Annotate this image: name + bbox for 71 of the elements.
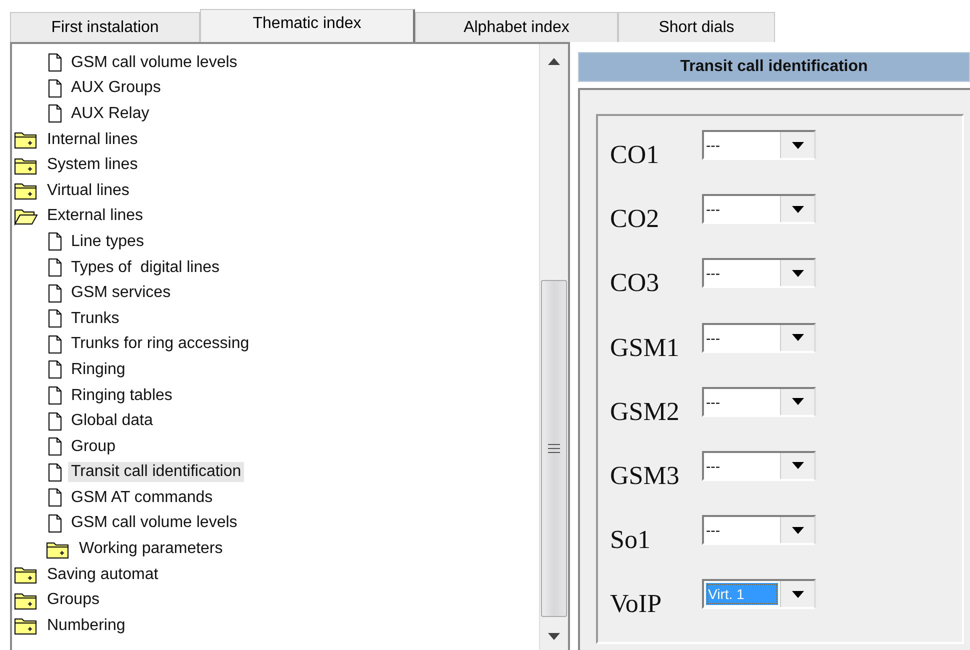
field-label: GSM2 [610, 396, 680, 427]
dropdown[interactable]: --- [702, 450, 816, 481]
tree-item[interactable]: Types of digital lines [68, 258, 223, 278]
document-icon [48, 386, 62, 406]
tree-item[interactable]: GSM call volume levels [68, 52, 240, 73]
tree-item[interactable]: Numbering [44, 616, 128, 636]
tree-item[interactable]: Virtual lines [44, 180, 132, 201]
document-icon [48, 53, 62, 72]
document-icon [48, 104, 62, 124]
dropdown[interactable]: --- [702, 515, 816, 546]
document-icon [48, 514, 62, 533]
field-label: CO3 [610, 267, 660, 298]
dropdown-arrow-icon [792, 142, 804, 148]
tree-item[interactable]: Ringing tables [68, 386, 176, 406]
tree-item[interactable]: External lines [44, 206, 146, 226]
tree-item[interactable]: Working parameters [76, 539, 226, 560]
scroll-thumb[interactable] [541, 280, 567, 617]
tree-item[interactable]: AUX Relay [68, 104, 152, 124]
field-label: So1 [610, 524, 652, 556]
scrollbar[interactable] [539, 44, 568, 650]
document-icon [48, 488, 62, 508]
panel-title: Transit call identification [578, 52, 970, 82]
document-icon [48, 232, 62, 252]
tree-item[interactable]: AUX Groups [68, 78, 164, 98]
document-icon [48, 412, 62, 431]
scroll-down-icon[interactable] [548, 633, 560, 640]
dropdown[interactable]: --- [702, 130, 816, 160]
dropdown-arrow-icon [792, 462, 804, 470]
field-label: GSM3 [610, 460, 680, 491]
dropdown-arrow-icon [792, 334, 804, 342]
grip-icon [548, 444, 560, 453]
dropdown[interactable]: --- [702, 322, 816, 353]
tree-item[interactable]: Trunks for ring accessing [68, 334, 252, 354]
dropdown[interactable]: --- [702, 386, 816, 417]
tab[interactable]: Alphabet index [415, 12, 618, 42]
dropdown-arrow-icon [792, 206, 804, 213]
tree-item[interactable]: GSM call volume levels [68, 513, 240, 534]
tree-item[interactable]: Groups [44, 590, 102, 610]
document-icon [48, 258, 62, 278]
document-icon [48, 360, 62, 380]
tree-item[interactable]: GSM services [68, 283, 174, 304]
dropdown-arrow-icon [792, 398, 804, 406]
tree-item[interactable]: Line types [68, 232, 147, 252]
field-label: CO2 [610, 203, 660, 234]
scroll-up-icon[interactable] [548, 58, 560, 65]
tree-item[interactable]: Internal lines [44, 130, 141, 150]
dropdown[interactable]: --- [702, 194, 816, 224]
tab[interactable]: Short dials [618, 12, 775, 42]
document-icon [48, 334, 62, 354]
document-icon [48, 462, 62, 482]
document-icon [48, 437, 62, 456]
tree-item[interactable]: Group [68, 436, 118, 457]
dropdown-arrow-icon [792, 526, 804, 534]
tab[interactable]: First instalation [10, 12, 200, 42]
tree-item[interactable]: Transit call identification [68, 462, 244, 482]
tree-item[interactable]: Global data [68, 411, 156, 432]
tree-item[interactable]: GSM AT commands [68, 488, 216, 508]
dropdown-arrow-icon [792, 270, 804, 277]
document-icon [48, 78, 62, 98]
tree-item[interactable]: Trunks [68, 308, 122, 329]
dropdown[interactable]: --- [702, 258, 816, 288]
field-label: CO1 [610, 139, 660, 170]
tree-item[interactable]: Saving automat [44, 564, 162, 585]
document-icon [48, 309, 62, 328]
tree-item[interactable]: Ringing [68, 360, 128, 380]
tab[interactable]: Thematic index [200, 9, 415, 42]
field-label: VoIP [610, 588, 663, 620]
tree-item[interactable]: System lines [44, 155, 141, 176]
field-label: GSM1 [610, 332, 680, 363]
document-icon [48, 284, 62, 303]
dropdown-arrow-icon [792, 590, 804, 598]
